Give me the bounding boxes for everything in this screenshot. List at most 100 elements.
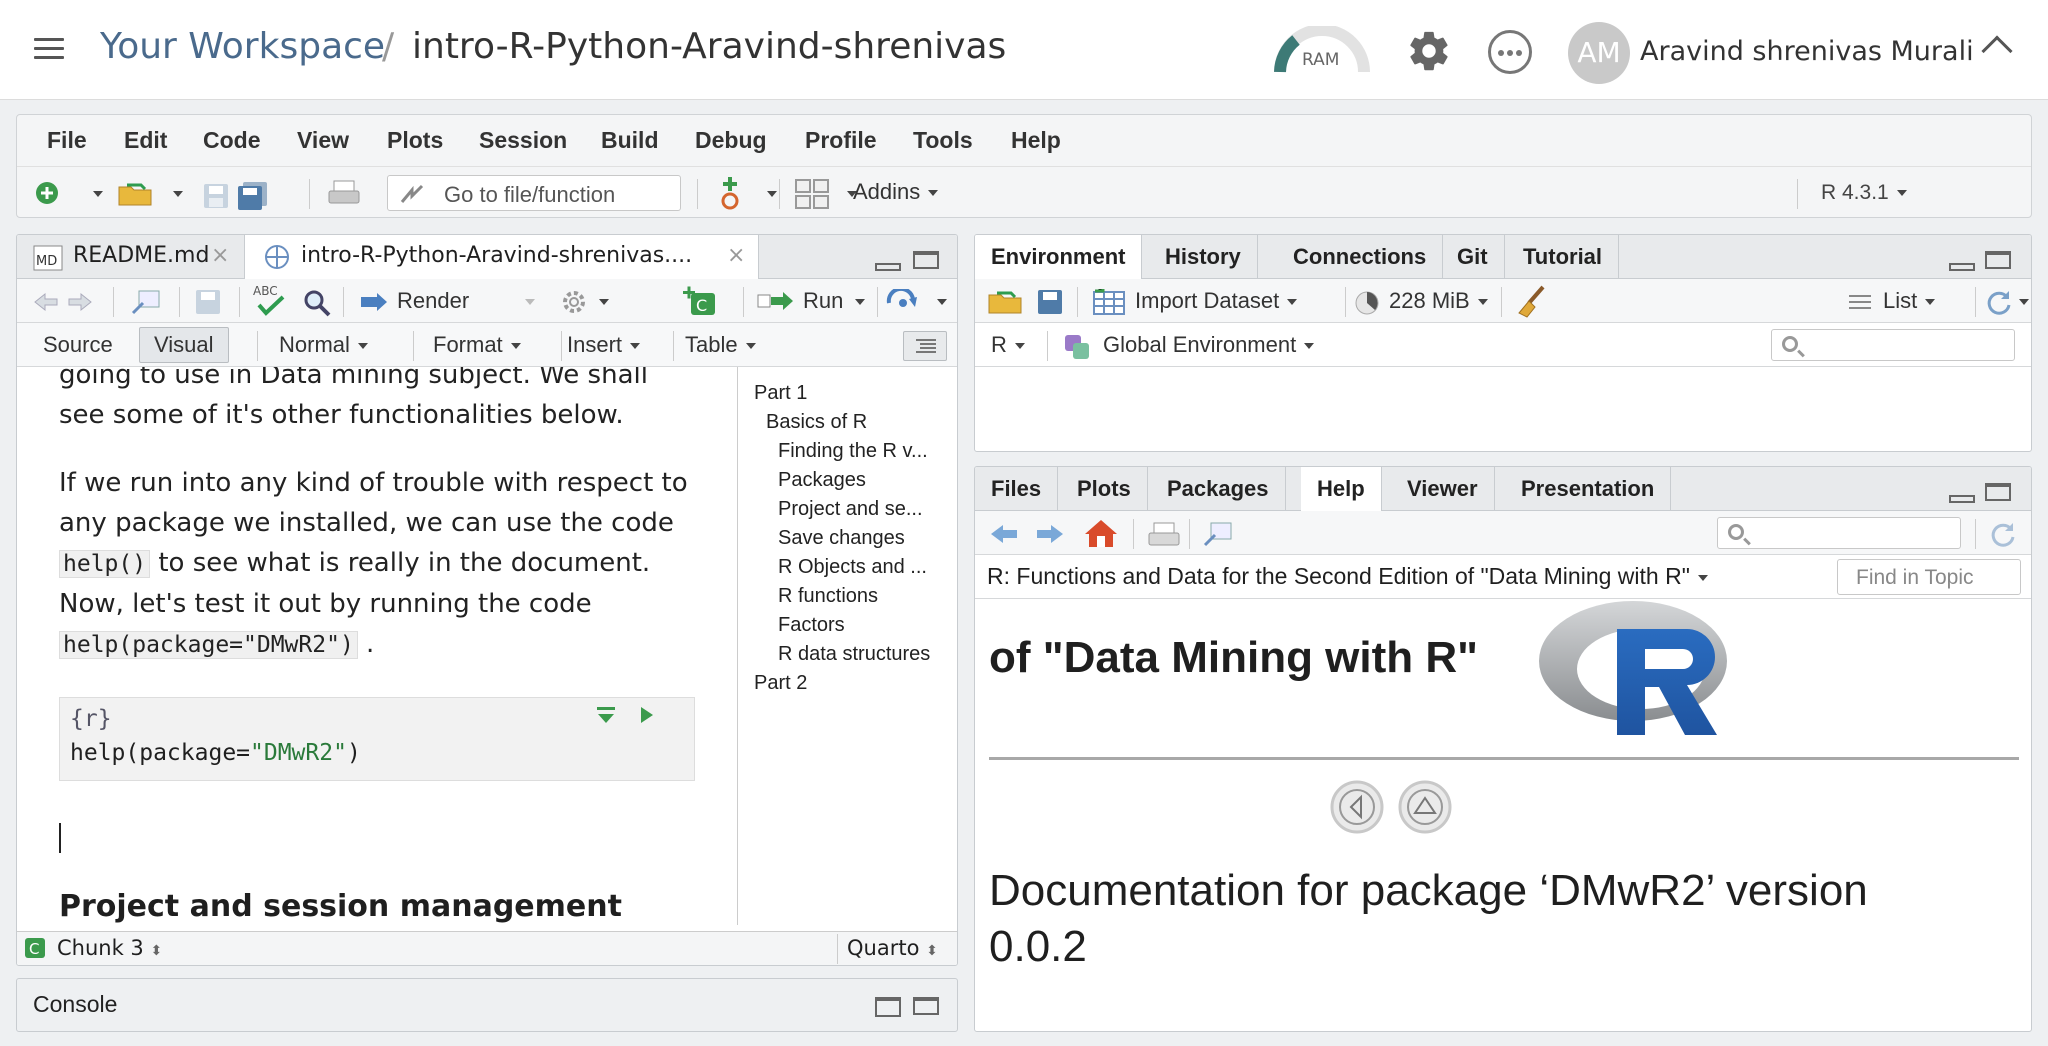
navigate-left-icon[interactable] xyxy=(1329,779,1385,835)
tab-intro-qmd[interactable]: intro-R-Python-Aravind-shrenivas.... × xyxy=(245,235,759,280)
print-help-icon[interactable] xyxy=(1147,521,1181,549)
outline-item[interactable]: R data structures xyxy=(738,640,957,669)
tab-tutorial[interactable]: Tutorial xyxy=(1507,235,1620,281)
user-avatar[interactable]: AM xyxy=(1568,22,1630,84)
render-dropdown-icon[interactable] xyxy=(525,299,535,305)
tab-git[interactable]: Git xyxy=(1441,235,1505,281)
open-file-dropdown-icon[interactable] xyxy=(173,191,183,197)
addins-button[interactable]: Addins xyxy=(853,179,939,205)
menu-plots[interactable]: Plots xyxy=(387,127,443,154)
find-in-topic-input[interactable]: Find in Topic xyxy=(1837,559,2021,595)
outline-item[interactable]: R Objects and ... xyxy=(738,553,957,582)
r-version-selector[interactable]: R 4.3.1 xyxy=(1821,181,1907,205)
maximize-pane-icon[interactable] xyxy=(1985,483,2011,501)
language-selector[interactable]: R xyxy=(991,332,1025,358)
visual-mode-button[interactable]: Visual xyxy=(139,327,229,363)
menu-edit[interactable]: Edit xyxy=(124,127,167,154)
menu-view[interactable]: View xyxy=(297,127,349,154)
settings-gear-icon[interactable] xyxy=(1406,28,1452,74)
vcs-dropdown-icon[interactable] xyxy=(767,191,777,197)
format-menu[interactable]: Format xyxy=(433,332,521,358)
outline-item[interactable]: Packages xyxy=(738,466,957,495)
back-forward-arrows-icon[interactable] xyxy=(33,291,93,313)
run-button[interactable]: Run xyxy=(803,288,843,314)
tab-connections[interactable]: Connections xyxy=(1277,235,1444,281)
show-in-window-icon[interactable] xyxy=(1203,521,1233,547)
show-in-window-icon[interactable] xyxy=(131,289,161,315)
maximize-pane-icon[interactable] xyxy=(1985,251,2011,269)
menu-build[interactable]: Build xyxy=(601,127,659,154)
spellcheck-icon[interactable]: ABC xyxy=(253,283,287,319)
source-mode-button[interactable]: Source xyxy=(43,332,113,358)
hamburger-menu-icon[interactable] xyxy=(34,38,64,60)
maximize-pane-icon[interactable] xyxy=(913,997,939,1015)
outline-item[interactable]: Finding the R v... xyxy=(738,437,957,466)
tab-environment[interactable]: Environment xyxy=(975,235,1143,280)
refresh-help-icon[interactable] xyxy=(1989,521,2017,549)
load-workspace-folder-icon[interactable] xyxy=(987,289,1023,315)
outline-item[interactable]: Basics of R xyxy=(738,408,957,437)
back-arrow-icon[interactable] xyxy=(989,523,1019,545)
paragraph-style-dropdown[interactable]: Normal xyxy=(279,332,368,358)
find-replace-icon[interactable] xyxy=(303,289,331,317)
render-button[interactable]: Render xyxy=(397,288,469,314)
outline-item[interactable]: Part 1 xyxy=(738,379,957,408)
save-icon[interactable] xyxy=(203,183,229,209)
menu-profile[interactable]: Profile xyxy=(805,127,877,154)
console-pane[interactable]: Console xyxy=(16,978,958,1032)
menu-debug[interactable]: Debug xyxy=(695,127,767,154)
tab-packages[interactable]: Packages xyxy=(1151,467,1286,513)
save-workspace-icon[interactable] xyxy=(1037,289,1063,315)
more-options-icon[interactable] xyxy=(1488,30,1532,74)
new-file-plus-icon[interactable] xyxy=(35,181,59,205)
render-options-gear-icon[interactable] xyxy=(561,289,587,315)
close-tab-icon[interactable]: × xyxy=(727,243,745,268)
tab-files[interactable]: Files xyxy=(975,467,1059,513)
render-icon[interactable] xyxy=(359,291,389,313)
version-control-icon[interactable] xyxy=(717,177,743,211)
import-dataset-button[interactable]: Import Dataset xyxy=(1135,288,1298,314)
file-type-selector[interactable]: Quarto ⬍ xyxy=(847,936,938,960)
menu-code[interactable]: Code xyxy=(203,127,261,154)
rerun-chunks-icon[interactable] xyxy=(885,289,921,315)
restore-pane-icon[interactable] xyxy=(875,997,901,1017)
outline-item[interactable]: Part 2 xyxy=(738,669,957,698)
help-topic-selector[interactable]: R: Functions and Data for the Second Edi… xyxy=(987,563,1708,590)
insert-menu[interactable]: Insert xyxy=(567,332,641,358)
run-previous-chunks-icon[interactable] xyxy=(596,706,616,724)
view-mode-dropdown[interactable]: List xyxy=(1883,288,1936,314)
run-chunk-icon[interactable] xyxy=(640,706,654,724)
user-name[interactable]: Aravind shrenivas Murali xyxy=(1640,36,1974,67)
home-icon[interactable] xyxy=(1083,517,1119,549)
outline-item[interactable]: R functions xyxy=(738,582,957,611)
outline-item[interactable]: Project and se... xyxy=(738,495,957,524)
minimize-pane-icon[interactable] xyxy=(1949,495,1975,503)
collapse-chevron-icon[interactable] xyxy=(1981,35,2013,67)
tab-viewer[interactable]: Viewer xyxy=(1391,467,1495,513)
forward-arrow-icon[interactable] xyxy=(1035,523,1065,545)
new-file-dropdown-icon[interactable] xyxy=(93,191,103,197)
environment-selector[interactable]: Global Environment xyxy=(1103,332,1315,358)
pane-layout-icon[interactable] xyxy=(795,179,829,209)
tab-help[interactable]: Help xyxy=(1301,467,1382,512)
minimize-pane-icon[interactable] xyxy=(1949,263,1975,271)
menu-session[interactable]: Session xyxy=(479,127,567,154)
help-search-input[interactable] xyxy=(1717,517,1961,549)
visual-editor-document[interactable]: going to use in Data mining subject. We … xyxy=(59,367,739,917)
toggle-outline-button[interactable] xyxy=(903,331,947,361)
memory-usage-pie-icon[interactable] xyxy=(1355,291,1379,315)
run-arrow-icon[interactable] xyxy=(757,291,795,313)
insert-chunk-icon[interactable]: C xyxy=(681,285,717,317)
refresh-icon[interactable] xyxy=(1985,289,2013,317)
code-chunk[interactable]: {r} help(package="DMwR2") xyxy=(59,697,695,781)
tab-plots[interactable]: Plots xyxy=(1061,467,1148,513)
menu-help[interactable]: Help xyxy=(1011,127,1061,154)
tab-presentation[interactable]: Presentation xyxy=(1505,467,1672,513)
menu-file[interactable]: File xyxy=(47,127,87,154)
workspace-link[interactable]: Your Workspace xyxy=(100,26,385,67)
save-doc-icon[interactable] xyxy=(195,289,221,315)
clear-workspace-broom-icon[interactable] xyxy=(1515,285,1547,319)
refresh-dropdown-icon[interactable] xyxy=(2019,299,2029,305)
outline-item[interactable]: Factors xyxy=(738,611,957,640)
navigate-up-icon[interactable] xyxy=(1397,779,1453,835)
